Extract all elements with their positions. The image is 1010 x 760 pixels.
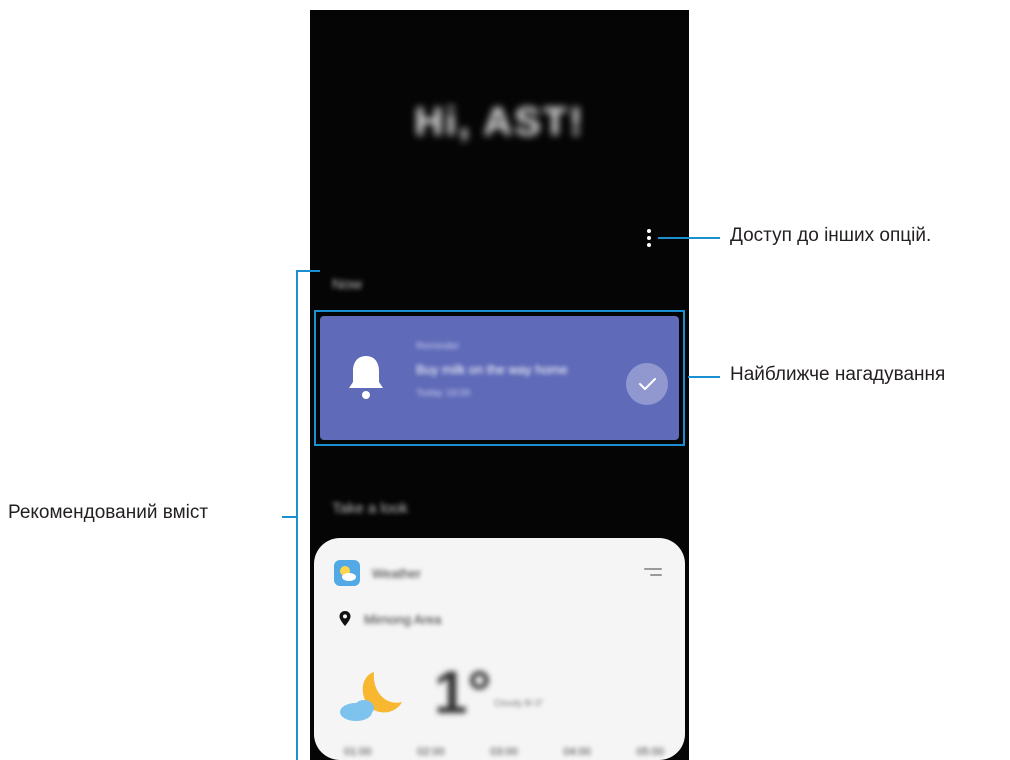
forecast-hour: 03:00	[490, 746, 518, 758]
recommended-bracket-vertical	[296, 270, 298, 760]
bell-icon	[349, 356, 383, 399]
section-now-header: Now	[332, 276, 363, 293]
weather-temperature: 1°	[434, 659, 492, 726]
forecast-hour: 04:00	[563, 746, 591, 758]
moon-cloud-icon	[340, 672, 402, 721]
weather-title: Weather	[372, 566, 421, 581]
recommended-content-callout: Рекомендований вміст	[8, 502, 209, 523]
reminder-title: Buy milk on the way home	[416, 362, 568, 377]
reminder-category: Reminder	[416, 341, 460, 352]
complete-reminder-button[interactable]	[626, 363, 668, 405]
section-take-a-look-header: Take a look	[332, 500, 408, 517]
reminder-highlight: Reminder Buy milk on the way home Today …	[314, 310, 685, 446]
weather-card[interactable]: Weather Mirnong Area 1° Cloudy 8/-3° 01:…	[314, 538, 685, 760]
hourly-forecast: 01:00 02:00 03:00 04:00 05:00	[344, 746, 664, 758]
drag-handle-icon[interactable]	[644, 568, 662, 582]
nearest-reminder-callout-line	[688, 376, 720, 378]
weather-app-icon	[334, 560, 360, 586]
nearest-reminder-callout: Найближче нагадування	[730, 364, 946, 385]
greeting-text: Hi, AST!	[414, 100, 585, 144]
location-pin-icon	[339, 611, 351, 626]
weather-description: Cloudy 8/-3°	[494, 698, 544, 708]
reminder-time: Today 19:00	[416, 388, 471, 399]
more-options-icon[interactable]	[643, 227, 655, 251]
weather-location: Mirnong Area	[364, 612, 442, 627]
forecast-hour: 02:00	[417, 746, 445, 758]
forecast-hour: 05:00	[636, 746, 664, 758]
more-options-callout: Доступ до інших опцій.	[730, 225, 932, 246]
recommended-bracket-top	[296, 270, 320, 272]
phone-screen: Hi, AST! Now Reminder Buy milk on the wa…	[310, 10, 689, 760]
more-options-callout-line	[658, 237, 720, 239]
checkmark-icon	[639, 378, 656, 390]
forecast-hour: 01:00	[344, 746, 372, 758]
reminder-card[interactable]: Reminder Buy milk on the way home Today …	[320, 316, 679, 440]
recommended-callout-line	[282, 516, 296, 518]
